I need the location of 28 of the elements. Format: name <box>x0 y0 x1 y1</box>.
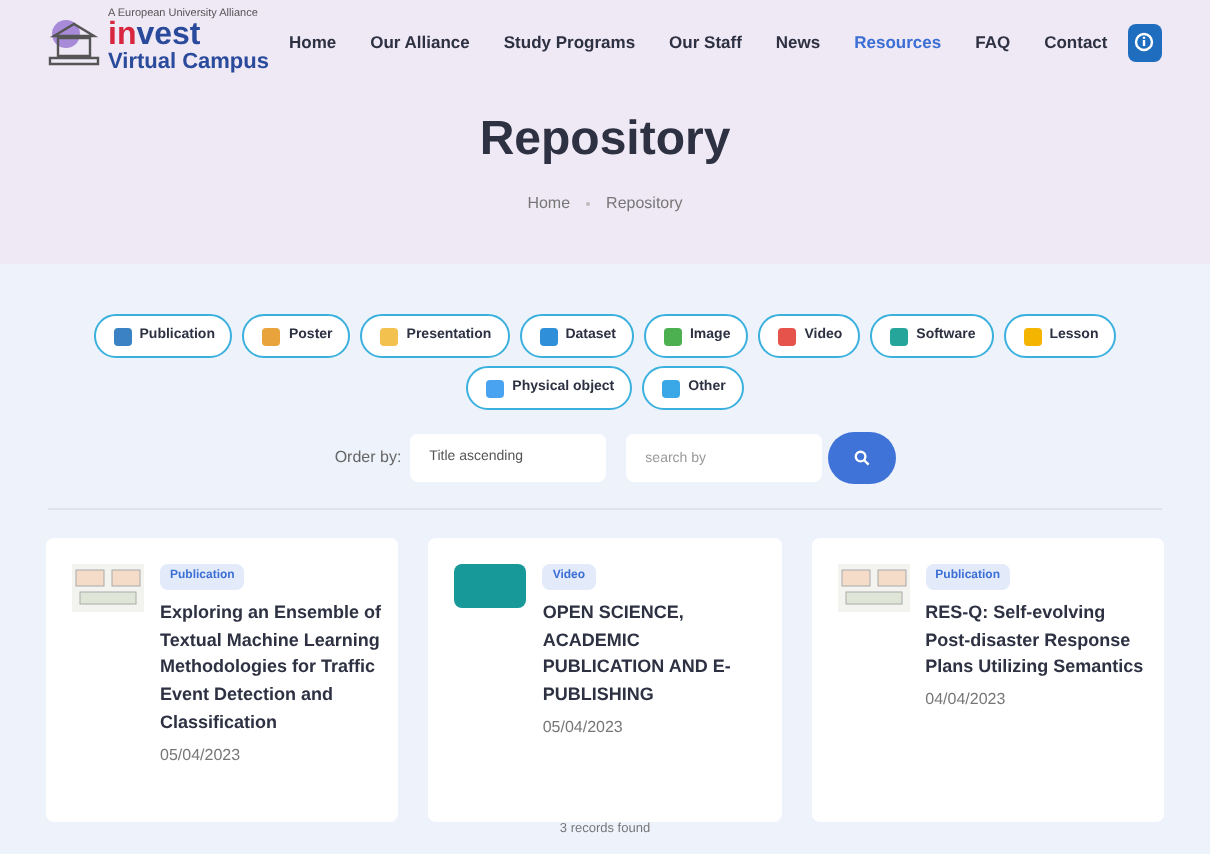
result-title: OPEN SCIENCE, ACADEMIC PUBLICATION AND E-PUBLISHING <box>542 600 733 709</box>
nav-link[interactable]: Home <box>289 29 337 55</box>
result-date: 04/04/2023 <box>925 688 1006 713</box>
video-thumbnail <box>454 564 527 608</box>
search-button[interactable] <box>827 432 896 484</box>
nav-link[interactable]: Contact <box>1044 29 1108 55</box>
result-title: RES-Q: Self-evolving Post-disaster Response Plans Utilizing Semantics <box>925 600 1146 681</box>
info-button[interactable] <box>1127 23 1162 61</box>
nav-link[interactable]: Study Programs <box>503 29 636 55</box>
nav-link[interactable]: FAQ <box>975 29 1011 55</box>
info-icon <box>1134 32 1155 52</box>
search-icon <box>853 450 870 466</box>
nav-link[interactable]: Our Staff <box>669 29 742 55</box>
order-label: Order by: <box>334 446 402 470</box>
nav-link[interactable]: News <box>775 29 821 55</box>
result-title: Exploring an Ensemble of Textual Machine Learning Methodologies for Traffic Event Detection and Classification <box>160 600 383 736</box>
building-icon <box>48 16 100 68</box>
nav-link[interactable]: Resources <box>854 29 942 55</box>
logo-wordmark: invest <box>108 20 201 53</box>
logo-subtitle: Virtual Campus <box>108 52 269 75</box>
nav-link[interactable]: Our Alliance <box>370 29 470 55</box>
result-date: 05/04/2023 <box>542 715 623 740</box>
result-date: 05/04/2023 <box>160 743 241 768</box>
page-title: Repository <box>479 116 731 164</box>
diagram-thumbnail <box>837 564 910 612</box>
breadcrumb-link[interactable]: Repository <box>606 192 683 216</box>
diagram-thumbnail <box>72 564 144 612</box>
breadcrumb-link[interactable]: Home <box>527 192 571 216</box>
